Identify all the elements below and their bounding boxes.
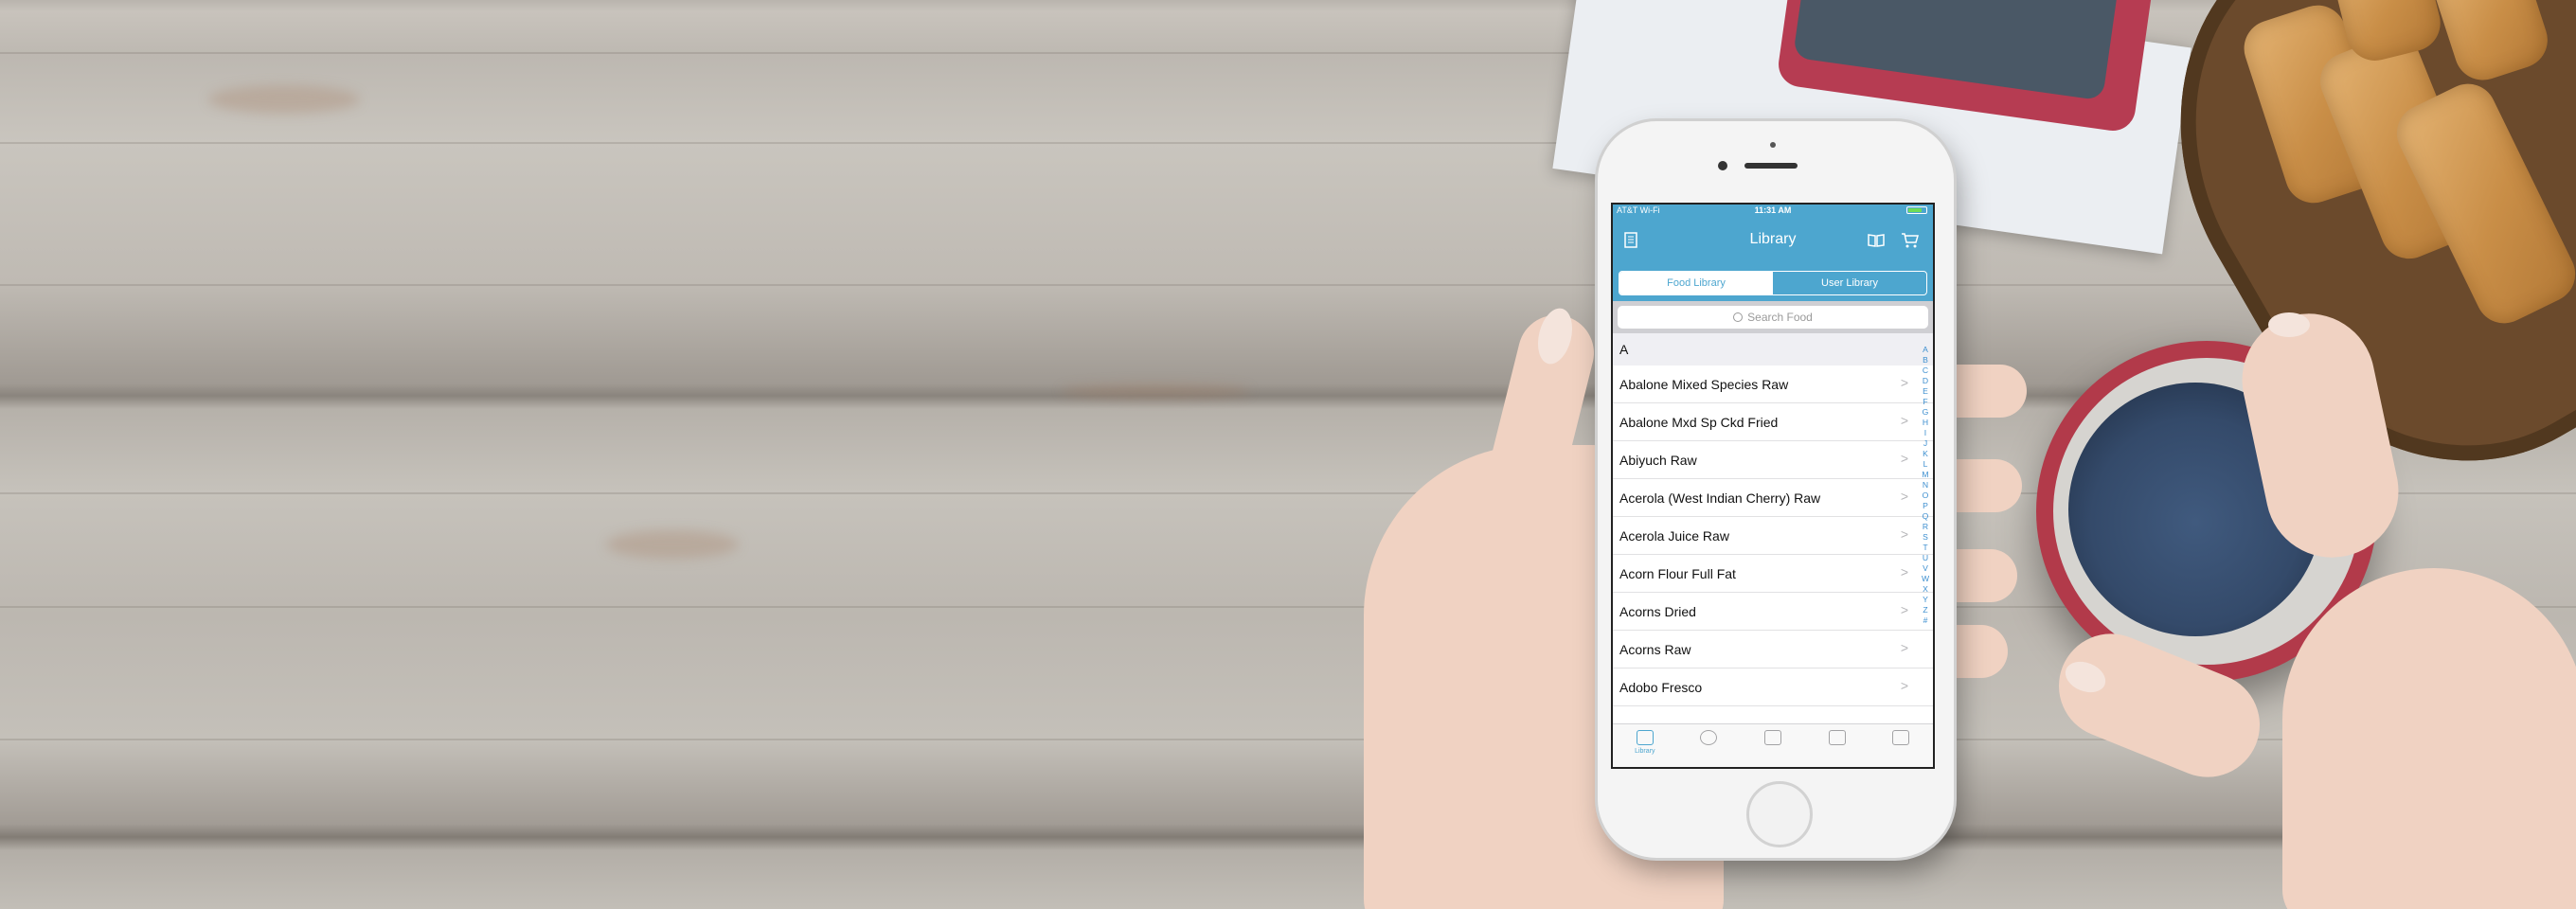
- clock: 11:31 AM: [1754, 205, 1792, 215]
- wood-knot: [208, 85, 360, 114]
- tab-label: Library: [1635, 748, 1655, 755]
- index-letter[interactable]: #: [1923, 615, 1928, 626]
- index-letter[interactable]: S: [1923, 532, 1928, 543]
- phone-case-screen: [1792, 0, 2121, 101]
- index-letter[interactable]: G: [1923, 407, 1929, 418]
- list-item[interactable]: Adobo Fresco >: [1613, 668, 1933, 706]
- chevron-right-icon: >: [1900, 489, 1908, 504]
- search-input[interactable]: Search Food: [1618, 306, 1928, 329]
- tab-diary[interactable]: [1805, 724, 1869, 767]
- book-icon[interactable]: [1865, 229, 1887, 252]
- index-letter[interactable]: D: [1923, 376, 1928, 386]
- index-letter[interactable]: R: [1923, 522, 1928, 532]
- tab-library[interactable]: Library: [1613, 724, 1677, 767]
- list-item[interactable]: Acorn Flour Full Fat >: [1613, 555, 1933, 593]
- index-letter[interactable]: H: [1923, 418, 1928, 428]
- tab-more[interactable]: [1869, 724, 1933, 767]
- index-letter[interactable]: U: [1923, 553, 1928, 563]
- index-letter[interactable]: B: [1923, 355, 1928, 365]
- tab-goals[interactable]: [1677, 724, 1742, 767]
- library-segmented-control: Food Library User Library: [1613, 267, 1933, 301]
- segment-group: Food Library User Library: [1619, 271, 1927, 295]
- list-item[interactable]: Acorns Dried >: [1613, 593, 1933, 631]
- wood-knot: [1061, 383, 1250, 399]
- chevron-right-icon: >: [1900, 526, 1908, 542]
- battery-icon: [1906, 206, 1927, 214]
- section-header-letter: A: [1619, 342, 1629, 357]
- diary-icon: [1828, 730, 1846, 745]
- chevron-right-icon: >: [1900, 640, 1908, 655]
- index-letter[interactable]: L: [1923, 459, 1928, 470]
- home-button[interactable]: [1746, 781, 1813, 847]
- iphone-device: AT&T Wi-Fi 11:31 AM Library Food Library…: [1598, 121, 1954, 858]
- more-icon: [1892, 730, 1910, 745]
- status-bar: AT&T Wi-Fi 11:31 AM: [1613, 205, 1933, 216]
- front-camera: [1718, 161, 1727, 170]
- index-letter[interactable]: Y: [1923, 595, 1928, 605]
- index-letter[interactable]: O: [1923, 490, 1929, 501]
- list-item[interactable]: Acerola Juice Raw >: [1613, 517, 1933, 555]
- proximity-sensor: [1770, 142, 1776, 148]
- alphabet-index[interactable]: A B C D E F G H I J K L M N O P Q R S T U V W X Y Z #: [1920, 345, 1931, 626]
- right-hand: [2282, 568, 2576, 909]
- list-item-label: Abalone Mxd Sp Ckd Fried: [1619, 415, 1779, 430]
- list-item-label: Acorns Dried: [1619, 604, 1696, 619]
- list-item[interactable]: Acorns Raw >: [1613, 631, 1933, 668]
- list-item-label: Abiyuch Raw: [1619, 453, 1697, 468]
- index-letter[interactable]: T: [1923, 543, 1927, 553]
- list-item-label: Acerola (West Indian Cherry) Raw: [1619, 490, 1821, 506]
- index-letter[interactable]: I: [1924, 428, 1926, 438]
- index-letter[interactable]: P: [1923, 501, 1928, 511]
- chevron-right-icon: >: [1900, 564, 1908, 579]
- navigation-bar: Library: [1613, 216, 1933, 267]
- chevron-right-icon: >: [1900, 413, 1908, 428]
- chevron-right-icon: >: [1900, 602, 1908, 617]
- index-letter[interactable]: C: [1923, 365, 1928, 376]
- cart-icon[interactable]: [1899, 229, 1922, 252]
- earpiece-speaker: [1744, 163, 1798, 169]
- index-letter[interactable]: K: [1923, 449, 1928, 459]
- index-letter[interactable]: Z: [1923, 605, 1927, 615]
- segment-user-library[interactable]: User Library: [1773, 272, 1926, 294]
- app-screen: AT&T Wi-Fi 11:31 AM Library Food Library…: [1611, 203, 1935, 769]
- wooden-table-background: [0, 0, 2576, 909]
- tab-charts[interactable]: [1741, 724, 1805, 767]
- index-letter[interactable]: W: [1922, 574, 1929, 584]
- search-icon: [1733, 312, 1744, 322]
- index-letter[interactable]: X: [1923, 584, 1928, 595]
- list-item-label: Adobo Fresco: [1619, 680, 1703, 695]
- index-letter[interactable]: N: [1923, 480, 1928, 490]
- list-item-label: Abalone Mixed Species Raw: [1619, 377, 1789, 392]
- search-bar: Search Food: [1613, 301, 1933, 333]
- chevron-right-icon: >: [1900, 678, 1908, 693]
- list-item[interactable]: Acerola (West Indian Cherry) Raw >: [1613, 479, 1933, 517]
- chart-icon: [1763, 730, 1781, 745]
- list-item-label: Acorn Flour Full Fat: [1619, 566, 1736, 581]
- wood-knot: [606, 530, 739, 559]
- chevron-right-icon: >: [1900, 451, 1908, 466]
- chevron-right-icon: >: [1900, 375, 1908, 390]
- index-letter[interactable]: Q: [1923, 511, 1929, 522]
- section-header: A: [1613, 333, 1933, 365]
- segment-food-library[interactable]: Food Library: [1619, 272, 1773, 294]
- search-placeholder: Search Food: [1747, 311, 1813, 324]
- index-letter[interactable]: M: [1922, 470, 1928, 480]
- list-item[interactable]: Abalone Mixed Species Raw >: [1613, 365, 1933, 403]
- list-item[interactable]: Abiyuch Raw >: [1613, 441, 1933, 479]
- list-item[interactable]: Abalone Mxd Sp Ckd Fried >: [1613, 403, 1933, 441]
- list-item-label: Acorns Raw: [1619, 642, 1691, 657]
- wood-grain: [0, 284, 2576, 286]
- index-letter[interactable]: V: [1923, 563, 1928, 574]
- food-list: Abalone Mixed Species Raw > Abalone Mxd S…: [1613, 365, 1933, 706]
- index-letter[interactable]: J: [1923, 438, 1927, 449]
- index-letter[interactable]: A: [1923, 345, 1928, 355]
- index-letter[interactable]: F: [1923, 397, 1927, 407]
- goal-icon: [1700, 730, 1718, 745]
- list-item-label: Acerola Juice Raw: [1619, 528, 1729, 544]
- index-letter[interactable]: E: [1923, 386, 1928, 397]
- library-icon: [1636, 730, 1654, 745]
- fingernail: [2268, 312, 2310, 337]
- tab-bar: Library: [1613, 723, 1933, 767]
